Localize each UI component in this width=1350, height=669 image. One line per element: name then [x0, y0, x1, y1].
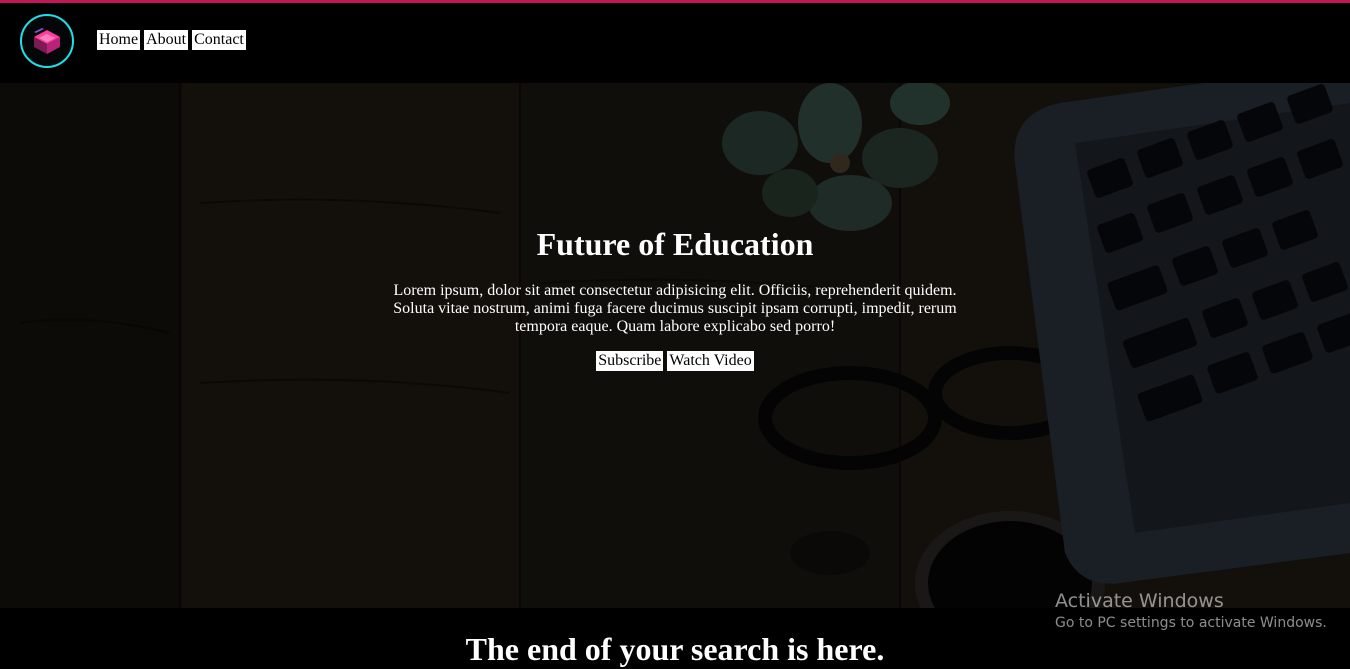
windows-activation-watermark: Activate Windows Go to PC settings to ac…: [1055, 589, 1327, 633]
hero-content: Future of Education Lorem ipsum, dolor s…: [0, 83, 1350, 608]
hero-title: Future of Education: [536, 226, 814, 262]
subscribe-button[interactable]: Subscribe: [596, 351, 664, 371]
hero-section: Future of Education Lorem ipsum, dolor s…: [0, 83, 1350, 608]
nav-home-button[interactable]: Home: [97, 30, 141, 50]
watermark-title: Activate Windows: [1055, 590, 1224, 612]
watermark-subtitle: Go to PC settings to activate Windows.: [1055, 615, 1327, 631]
hero-description: Lorem ipsum, dolor sit amet consectetur …: [393, 282, 957, 335]
layered-cube-logo-icon: [34, 28, 60, 54]
logo[interactable]: [20, 14, 74, 68]
watch-video-button[interactable]: Watch Video: [667, 351, 754, 371]
nav-about-button[interactable]: About: [144, 30, 189, 50]
section-tagline: The end of your search is here.: [465, 631, 885, 667]
nav-contact-button[interactable]: Contact: [192, 30, 246, 50]
hero-actions: Subscribe Watch Video: [0, 351, 1350, 371]
navbar: Home About Contact: [0, 3, 1350, 83]
nav-links: Home About Contact: [97, 30, 246, 50]
